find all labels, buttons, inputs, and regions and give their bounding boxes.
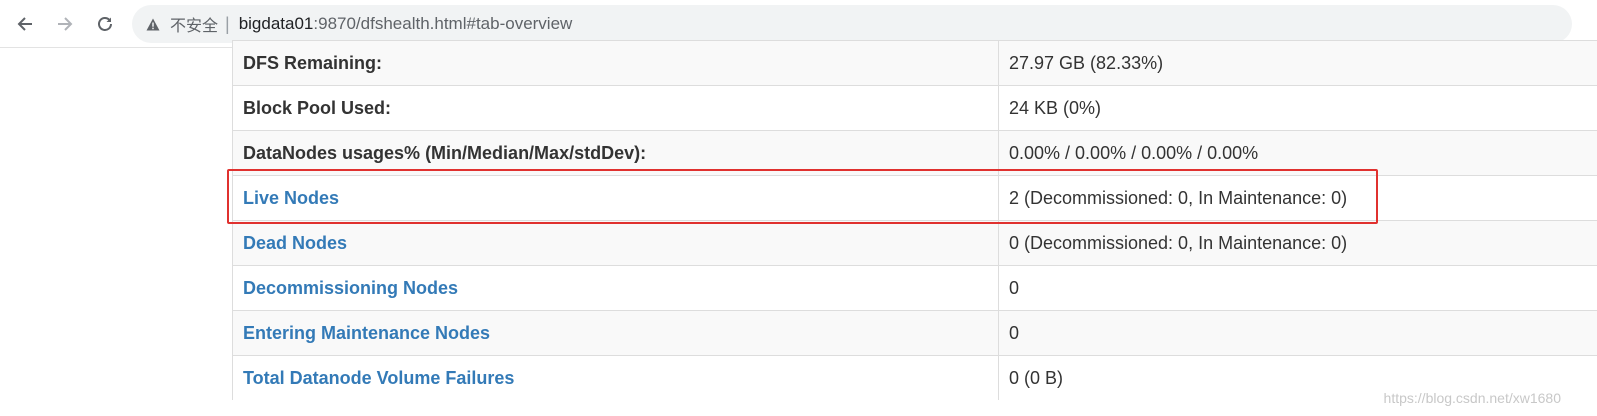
url-host: bigdata01 — [238, 14, 314, 33]
row-value-decommissioning-nodes: 0 — [998, 265, 1597, 311]
row-value-dead-nodes: 0 (Decommissioned: 0, In Maintenance: 0) — [998, 220, 1597, 266]
security-status-label: 不安全 — [170, 16, 219, 35]
table-row: Block Pool Used: 24 KB (0%) — [232, 85, 1597, 131]
row-label-block-pool-used: Block Pool Used: — [232, 85, 999, 131]
page-content: DFS Remaining: 27.97 GB (82.33%) Block P… — [0, 40, 1597, 416]
cluster-summary-table: DFS Remaining: 27.97 GB (82.33%) Block P… — [232, 40, 1597, 400]
row-label-datanode-usages: DataNodes usages% (Min/Median/Max/stdDev… — [232, 130, 999, 176]
volume-failures-link[interactable]: Total Datanode Volume Failures — [243, 368, 514, 388]
row-value-entering-maintenance-nodes: 0 — [998, 310, 1597, 356]
arrow-right-icon[interactable] — [50, 9, 80, 39]
url-path: :9870/dfshealth.html#tab-overview — [313, 14, 573, 33]
reload-icon[interactable] — [90, 9, 120, 39]
dead-nodes-link[interactable]: Dead Nodes — [243, 233, 347, 253]
row-value-dfs-remaining: 27.97 GB (82.33%) — [998, 40, 1597, 86]
row-value-block-pool-used: 24 KB (0%) — [998, 85, 1597, 131]
row-label-dfs-remaining: DFS Remaining: — [232, 40, 999, 86]
row-label-entering-maintenance-nodes: Entering Maintenance Nodes — [232, 310, 999, 356]
row-label-volume-failures: Total Datanode Volume Failures — [232, 355, 999, 400]
table-row: Entering Maintenance Nodes 0 — [232, 310, 1597, 356]
watermark: https://blog.csdn.net/xw1680 — [1383, 390, 1561, 406]
table-row: DFS Remaining: 27.97 GB (82.33%) — [232, 40, 1597, 86]
table-row: Live Nodes 2 (Decommissioned: 0, In Main… — [232, 175, 1597, 221]
arrow-left-icon[interactable] — [10, 9, 40, 39]
url-divider: | — [225, 13, 230, 34]
row-label-live-nodes: Live Nodes — [232, 175, 999, 221]
table-row: Decommissioning Nodes 0 — [232, 265, 1597, 311]
decommissioning-nodes-link[interactable]: Decommissioning Nodes — [243, 278, 458, 298]
address-bar[interactable]: 不安全 | bigdata01:9870/dfshealth.html#tab-… — [132, 5, 1572, 43]
warning-triangle-icon — [145, 16, 161, 32]
live-nodes-link[interactable]: Live Nodes — [243, 188, 339, 208]
table-row: Dead Nodes 0 (Decommissioned: 0, In Main… — [232, 220, 1597, 266]
row-value-datanode-usages: 0.00% / 0.00% / 0.00% / 0.00% — [998, 130, 1597, 176]
row-label-dead-nodes: Dead Nodes — [232, 220, 999, 266]
row-label-decommissioning-nodes: Decommissioning Nodes — [232, 265, 999, 311]
row-value-live-nodes: 2 (Decommissioned: 0, In Maintenance: 0) — [998, 175, 1597, 221]
entering-maintenance-nodes-link[interactable]: Entering Maintenance Nodes — [243, 323, 490, 343]
table-row: DataNodes usages% (Min/Median/Max/stdDev… — [232, 130, 1597, 176]
